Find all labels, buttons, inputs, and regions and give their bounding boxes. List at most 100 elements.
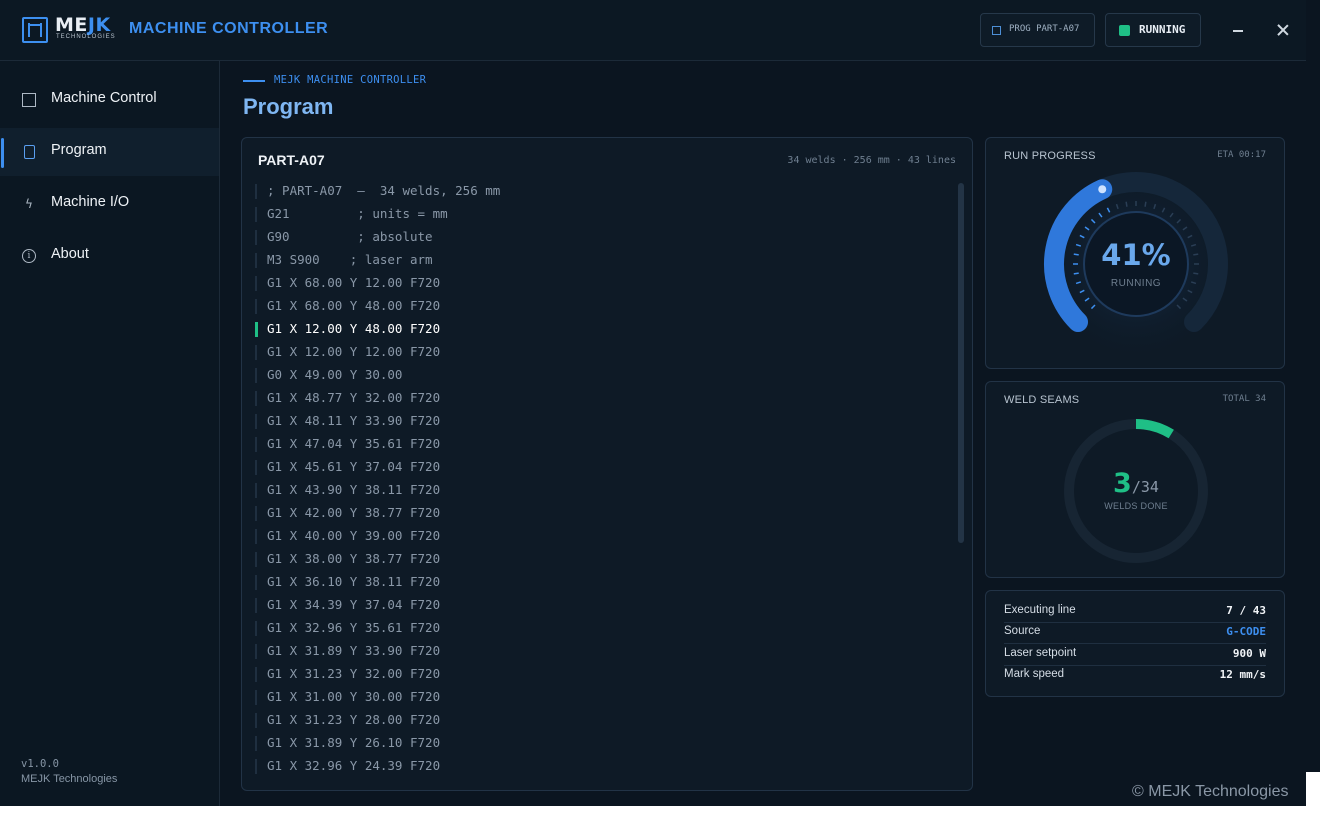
brand-subtitle: TECHNOLOGIES: [56, 34, 116, 40]
code-line[interactable]: G1 X 42.00 Y 38.77 F720: [254, 502, 954, 525]
code-line-text: G1 X 38.00 Y 38.77 F720: [267, 551, 441, 566]
window-edge: [1306, 0, 1320, 772]
code-line[interactable]: G1 X 31.00 Y 30.00 F720: [254, 686, 954, 709]
code-line-text: G1 X 48.11 Y 33.90 F720: [267, 413, 441, 428]
code-line[interactable]: G1 X 31.23 Y 28.00 F720: [254, 709, 954, 732]
info-row-mark-speed: Mark speed 12 mm/s: [1004, 665, 1266, 686]
gcode-listing[interactable]: ; PART-A07 — 34 welds, 256 mm G21 ; units…: [254, 180, 954, 778]
line-marker: [255, 368, 257, 383]
line-marker: [255, 230, 257, 245]
code-line[interactable]: G1 X 36.10 Y 38.11 F720: [254, 571, 954, 594]
sidebar-item-machine-control[interactable]: Machine Control: [0, 76, 219, 124]
weld-count: 3/34: [1086, 468, 1186, 499]
line-marker: [255, 598, 257, 613]
company-name: MEJK Technologies: [21, 773, 118, 785]
line-marker: [255, 552, 257, 567]
code-line[interactable]: G1 X 68.00 Y 12.00 F720: [254, 272, 954, 295]
code-line[interactable]: G1 X 47.04 Y 35.61 F720: [254, 433, 954, 456]
line-marker: [255, 736, 257, 751]
code-line-active[interactable]: G1 X 12.00 Y 48.00 F720: [254, 318, 954, 341]
info-value: G-CODE: [1226, 625, 1266, 638]
code-line[interactable]: G1 X 31.89 Y 26.10 F720: [254, 732, 954, 755]
code-line-text: G1 X 32.96 Y 24.39 F720: [267, 758, 441, 773]
line-marker: [255, 506, 257, 521]
progress-percent: 41%: [1101, 238, 1171, 272]
code-line[interactable]: G1 X 43.90 Y 38.11 F720: [254, 479, 954, 502]
code-line-text: ; PART-A07 — 34 welds, 256 mm: [267, 183, 501, 198]
line-marker: [255, 529, 257, 544]
code-line[interactable]: G21 ; units = mm: [254, 203, 954, 226]
code-line[interactable]: G1 X 32.96 Y 24.39 F720: [254, 755, 954, 778]
code-line[interactable]: G1 X 12.00 Y 12.00 F720: [254, 341, 954, 364]
code-line[interactable]: G1 X 34.39 Y 37.04 F720: [254, 594, 954, 617]
line-marker: [255, 322, 258, 337]
code-line[interactable]: G1 X 31.89 Y 33.90 F720: [254, 640, 954, 663]
info-row-laser-setpoint: Laser setpoint 900 W: [1004, 644, 1266, 666]
brand-name-part-b: JK: [87, 14, 111, 36]
code-line-text: G1 X 32.96 Y 35.61 F720: [267, 620, 441, 635]
code-line-text: G1 X 40.00 Y 39.00 F720: [267, 528, 441, 543]
run-state-label: RUNNING: [1139, 23, 1186, 36]
sidebar-item-machine-io[interactable]: ϟ Machine I/O: [0, 180, 219, 228]
chart-icon: [992, 26, 1001, 35]
line-marker: [255, 414, 257, 429]
line-marker: [255, 391, 257, 406]
code-line[interactable]: G1 X 40.00 Y 39.00 F720: [254, 525, 954, 548]
code-line[interactable]: G1 X 68.00 Y 48.00 F720: [254, 295, 954, 318]
line-marker: [255, 299, 257, 314]
code-line-text: G1 X 31.89 Y 33.90 F720: [267, 643, 441, 658]
code-line-text: G1 X 12.00 Y 48.00 F720: [267, 321, 441, 336]
code-line-text: G1 X 47.04 Y 35.61 F720: [267, 436, 441, 451]
code-line-text: G1 X 48.77 Y 32.00 F720: [267, 390, 441, 405]
code-line-text: G1 X 12.00 Y 12.00 F720: [267, 344, 441, 359]
line-marker: [255, 184, 257, 199]
line-marker: [255, 483, 257, 498]
chart-icon: [22, 93, 36, 107]
mejk-logo-icon: [22, 17, 48, 43]
code-line[interactable]: G90 ; absolute: [254, 226, 954, 249]
line-marker: [255, 644, 257, 659]
program-meta: 34 welds · 256 mm · 43 lines: [787, 155, 956, 166]
code-line[interactable]: G1 X 32.96 Y 35.61 F720: [254, 617, 954, 640]
code-scrollbar[interactable]: [958, 183, 964, 543]
status-dot-icon: [1119, 25, 1130, 36]
code-line[interactable]: G1 X 31.23 Y 32.00 F720: [254, 663, 954, 686]
code-line[interactable]: G1 X 38.00 Y 38.77 F720: [254, 548, 954, 571]
info-row-source: Source G-CODE: [1004, 622, 1266, 644]
code-line-text: G1 X 31.00 Y 30.00 F720: [267, 689, 441, 704]
code-line[interactable]: ; PART-A07 — 34 welds, 256 mm: [254, 180, 954, 203]
sidebar-item-label: Program: [51, 142, 107, 158]
info-value: 900 W: [1232, 647, 1266, 660]
app-window: MEJK TECHNOLOGIES MACHINE CONTROLLER PRO…: [0, 0, 1306, 806]
sidebar-item-about[interactable]: i About: [0, 232, 219, 280]
program-code-panel: PART-A07 34 welds · 256 mm · 43 lines ; …: [241, 137, 973, 791]
welds-done-label: WELDS DONE: [1104, 501, 1168, 511]
app-title: MACHINE CONTROLLER: [129, 20, 329, 37]
code-line[interactable]: G1 X 45.61 Y 37.04 F720: [254, 456, 954, 479]
minimize-button[interactable]: [1228, 20, 1248, 40]
code-line-text: G21 ; units = mm: [267, 206, 448, 221]
info-key: Laser setpoint: [1004, 647, 1077, 659]
execution-info-card: Executing line 7 / 43 Source G-CODE Lase…: [985, 590, 1285, 697]
run-state-badge: RUNNING: [1105, 13, 1201, 47]
info-key: Executing line: [1004, 604, 1076, 616]
brand-name-part-a: ME: [55, 14, 88, 36]
line-marker: [255, 621, 257, 636]
sidebar-item-program[interactable]: Program: [0, 128, 219, 176]
code-line-text: G1 X 68.00 Y 12.00 F720: [267, 275, 441, 290]
line-marker: [255, 575, 257, 590]
code-line[interactable]: G0 X 49.00 Y 30.00: [254, 364, 954, 387]
code-line-text: G1 X 36.10 Y 38.11 F720: [267, 574, 441, 589]
code-line[interactable]: G1 X 48.77 Y 32.00 F720: [254, 387, 954, 410]
code-line-text: G0 X 49.00 Y 30.00: [267, 367, 403, 382]
info-value: 12 mm/s: [1219, 668, 1266, 681]
code-line[interactable]: M3 S900 ; laser arm: [254, 249, 954, 272]
page-title: Program: [243, 94, 334, 119]
close-button[interactable]: [1273, 20, 1293, 40]
line-marker: [255, 207, 257, 222]
program-chip[interactable]: PROG PART-A07: [980, 13, 1095, 47]
code-line[interactable]: G1 X 48.11 Y 33.90 F720: [254, 410, 954, 433]
brand-name: MEJK: [55, 16, 111, 35]
watermark-strip: [0, 806, 1320, 820]
document-icon: [24, 145, 35, 159]
